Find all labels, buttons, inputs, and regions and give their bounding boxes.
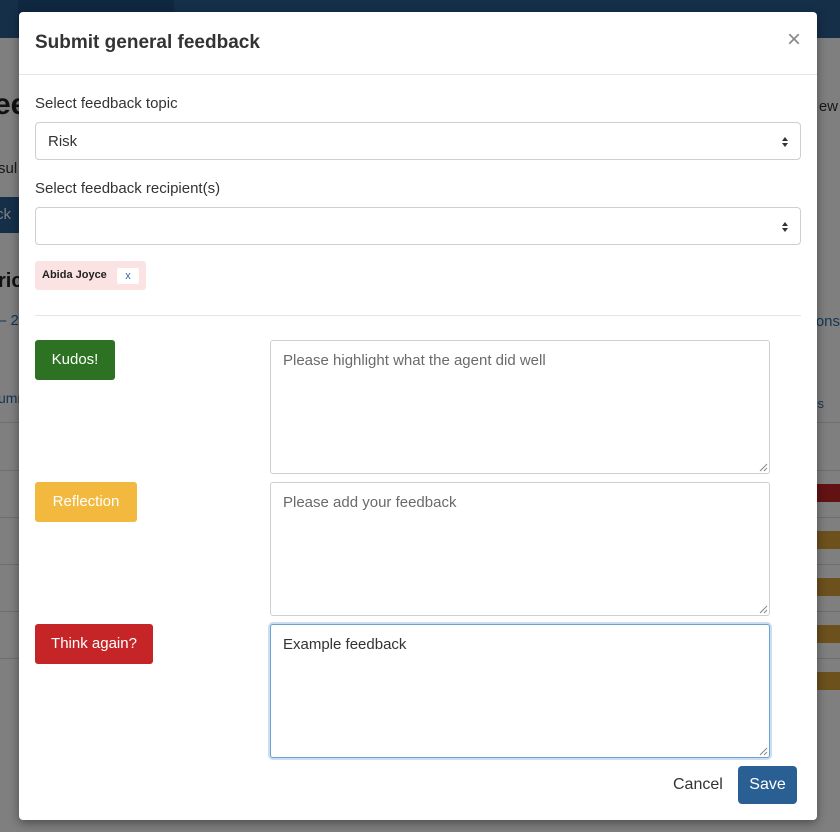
resize-grip-icon[interactable] xyxy=(759,747,768,756)
modal-header: Submit general feedback × xyxy=(19,12,817,75)
think-again-textarea[interactable]: Example feedback xyxy=(270,624,770,758)
select-arrows-icon xyxy=(782,137,788,147)
reflection-button[interactable]: Reflection xyxy=(35,482,137,522)
recipient-tag-name: Abida Joyce xyxy=(42,269,107,281)
cancel-button[interactable]: Cancel xyxy=(673,776,723,794)
select-arrows-icon xyxy=(782,222,788,232)
save-button[interactable]: Save xyxy=(738,766,797,804)
modal-title: Submit general feedback xyxy=(35,32,260,53)
topic-select-value: Risk xyxy=(48,133,78,150)
kudos-placeholder: Please highlight what the agent did well xyxy=(283,352,546,369)
remove-recipient-button[interactable]: x xyxy=(117,268,139,284)
kudos-button[interactable]: Kudos! xyxy=(35,340,115,380)
topic-label: Select feedback topic xyxy=(35,95,178,112)
topic-select[interactable]: Risk xyxy=(35,122,801,160)
recipients-select[interactable] xyxy=(35,207,801,245)
resize-grip-icon[interactable] xyxy=(759,605,768,614)
recipients-label: Select feedback recipient(s) xyxy=(35,180,221,197)
resize-grip-icon[interactable] xyxy=(759,463,768,472)
reflection-textarea[interactable]: Please add your feedback xyxy=(270,482,770,616)
reflection-placeholder: Please add your feedback xyxy=(283,494,457,511)
close-icon[interactable]: × xyxy=(787,28,801,52)
think-again-button[interactable]: Think again? xyxy=(35,624,153,664)
recipient-tag: Abida Joyce x xyxy=(35,261,146,290)
kudos-textarea[interactable]: Please highlight what the agent did well xyxy=(270,340,770,474)
divider xyxy=(35,315,801,316)
feedback-modal: Submit general feedback × Select feedbac… xyxy=(19,12,817,820)
think-again-value: Example feedback xyxy=(283,636,407,653)
